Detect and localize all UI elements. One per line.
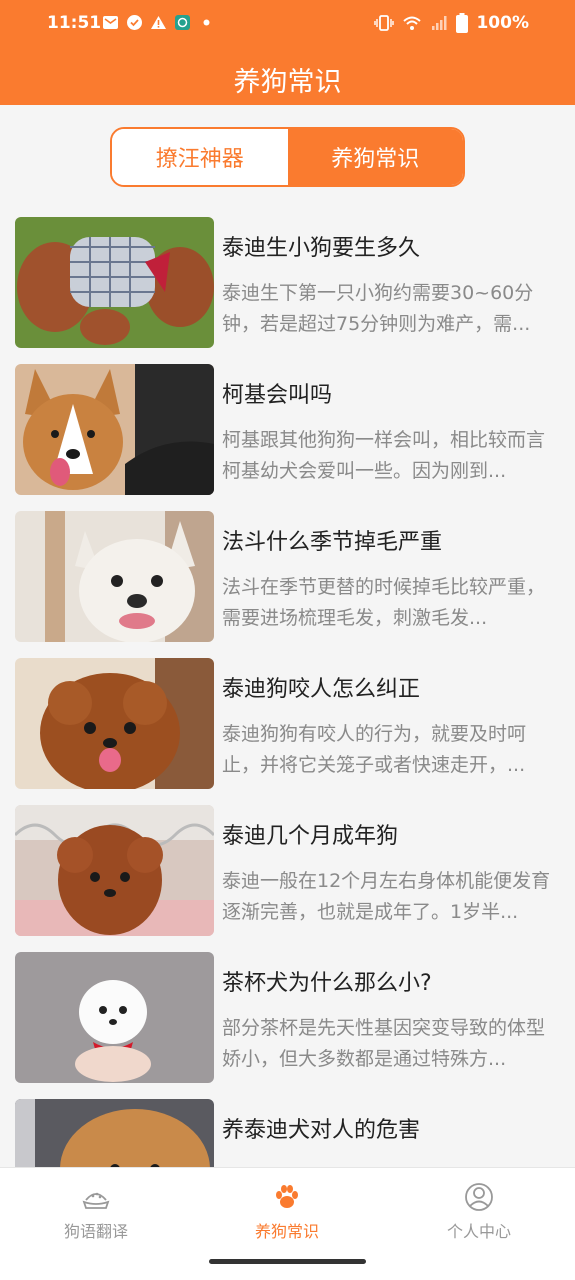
article-description: 柯基跟其他狗狗一样会叫，相比较而言柯基幼犬会爱叫一些。因为刚到...	[222, 429, 546, 482]
article-description	[222, 1160, 562, 1167]
battery-percent: 100%	[476, 13, 529, 33]
article-thumbnail	[15, 952, 214, 1083]
article-thumbnail	[15, 1099, 214, 1167]
warning-icon	[150, 14, 167, 31]
battery-icon	[456, 13, 469, 33]
status-time: 11:51	[47, 13, 102, 33]
article-thumbnail	[15, 658, 214, 789]
article-title: 泰迪生小狗要生多久	[222, 236, 421, 261]
notification-icons	[102, 14, 215, 31]
article-description: 部分茶杯是先天性基因突变导致的体型娇小，但大多数都是通过特殊方...	[222, 1017, 546, 1070]
nav-dog-translate[interactable]: 狗语翻译	[26, 1182, 166, 1242]
nav-label: 个人中心	[446, 1222, 511, 1241]
article-title: 柯基会叫吗	[222, 383, 333, 408]
vibrate-icon	[374, 15, 395, 31]
status-right: 100%	[374, 13, 529, 33]
paw-icon	[276, 1185, 298, 1208]
status-bar: 11:51 100%	[0, 0, 575, 48]
dot-icon	[198, 14, 215, 31]
app-notification-icon	[174, 14, 191, 31]
segmented-control: 撩汪神器 养狗常识	[110, 127, 465, 187]
article-title: 泰迪几个月成年狗	[222, 824, 399, 849]
tab-dog-knowledge[interactable]: 养狗常识	[287, 129, 463, 185]
article-item[interactable]: 茶杯犬为什么那么小? 部分茶杯是先天性基因突变导致的体型娇小，但大多数都是通过特…	[0, 940, 575, 1087]
article-thumbnail	[15, 511, 214, 642]
article-list: 泰迪生小狗要生多久 泰迪生下第一只小狗约需要30~60分钟，若是超过75分钟则为…	[0, 205, 575, 1167]
check-circle-icon	[126, 14, 143, 31]
app-bar: 养狗常识	[0, 48, 575, 105]
nav-label: 狗语翻译	[63, 1222, 128, 1241]
article-item[interactable]: 柯基会叫吗 柯基跟其他狗狗一样会叫，相比较而言柯基幼犬会爱叫一些。因为刚到...	[0, 352, 575, 499]
nav-label: 养狗常识	[254, 1222, 319, 1241]
article-description: 泰迪狗狗有咬人的行为，就要及时呵止，并将它关笼子或者快速走开，...	[222, 723, 527, 776]
article-thumbnail	[15, 805, 214, 936]
article-item[interactable]: 泰迪几个月成年狗 泰迪一般在12个月左右身体机能便发育逐渐完善，也就是成年了。1…	[0, 793, 575, 940]
home-indicator[interactable]	[209, 1259, 366, 1264]
dog-bowl-icon	[82, 1192, 110, 1209]
nav-dog-knowledge[interactable]: 养狗常识	[217, 1182, 357, 1242]
article-item[interactable]: 泰迪狗咬人怎么纠正 泰迪狗狗有咬人的行为，就要及时呵止，并将它关笼子或者快速走开…	[0, 646, 575, 793]
article-item[interactable]: 泰迪生小狗要生多久 泰迪生下第一只小狗约需要30~60分钟，若是超过75分钟则为…	[0, 205, 575, 352]
person-icon	[465, 1183, 493, 1211]
article-description: 法斗在季节更替的时候掉毛比较严重，需要进场梳理毛发，刺激毛发...	[222, 576, 546, 629]
wifi-icon	[403, 16, 422, 30]
article-item[interactable]: 养泰迪犬对人的危害	[0, 1087, 575, 1167]
article-description: 泰迪一般在12个月左右身体机能便发育逐渐完善，也就是成年了。1岁半...	[222, 870, 551, 923]
nav-profile[interactable]: 个人中心	[409, 1182, 549, 1242]
tab-dog-toys[interactable]: 撩汪神器	[112, 129, 288, 185]
signal-icon	[432, 16, 447, 30]
article-item[interactable]: 法斗什么季节掉毛严重 法斗在季节更替的时候掉毛比较严重，需要进场梳理毛发，刺激毛…	[0, 499, 575, 646]
article-thumbnail	[15, 364, 214, 495]
page-title: 养狗常识	[233, 67, 342, 98]
gmail-icon	[102, 14, 119, 31]
article-title: 法斗什么季节掉毛严重	[222, 530, 443, 555]
article-title: 泰迪狗咬人怎么纠正	[222, 677, 421, 702]
article-thumbnail	[15, 217, 214, 348]
article-description: 泰迪生下第一只小狗约需要30~60分钟，若是超过75分钟则为难产，需...	[222, 282, 534, 335]
article-title: 茶杯犬为什么那么小?	[222, 971, 432, 996]
article-title: 养泰迪犬对人的危害	[222, 1118, 421, 1143]
